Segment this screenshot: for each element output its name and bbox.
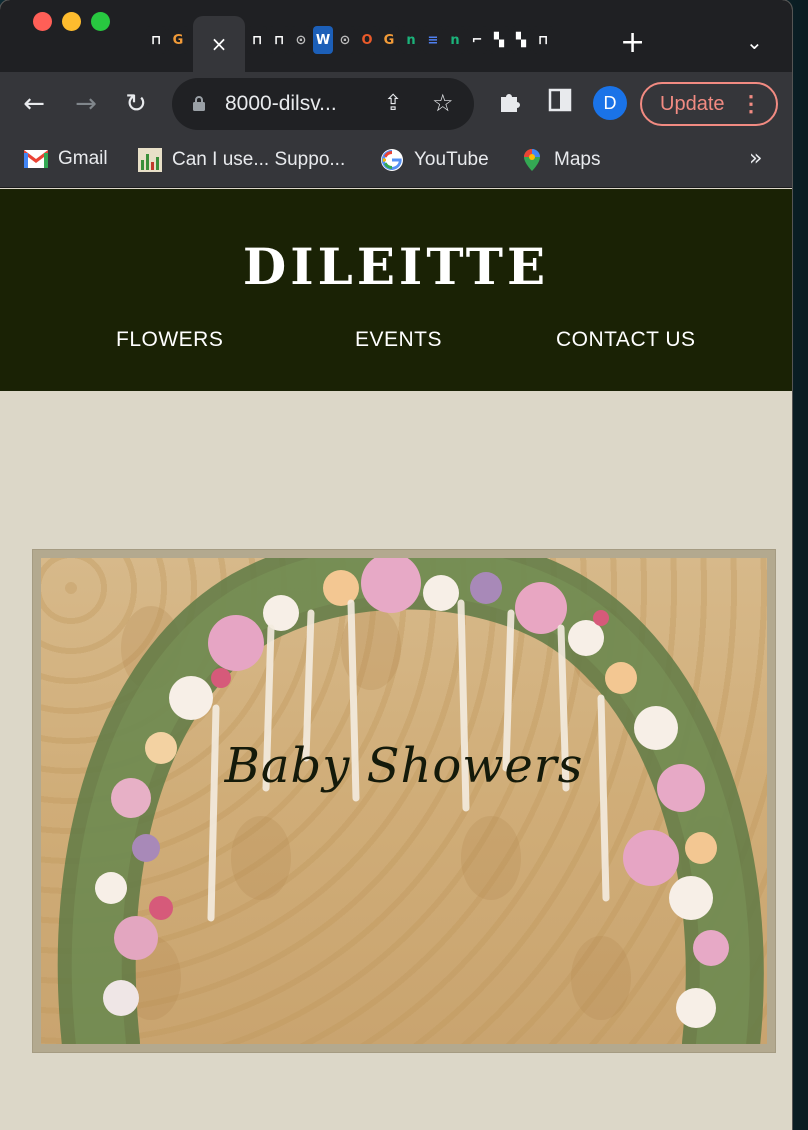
bookmark-caniuse[interactable]: Can I use... Suppo... xyxy=(138,148,345,172)
maps-icon xyxy=(524,149,540,171)
flower-arch-illustration xyxy=(57,558,764,1044)
bookmark-label: YouTube xyxy=(414,149,489,170)
tab-favicon[interactable]: ⊙ xyxy=(335,26,355,54)
tab-group-right: ⊓ ⊓ ⊙ W ⊙ O Gn ≡ n ⌐ ▚ ▚ ⊓ xyxy=(247,26,553,54)
close-window-button[interactable] xyxy=(33,11,52,31)
tab-favicon[interactable]: n xyxy=(445,26,465,54)
bookmark-star-icon[interactable]: ☆ xyxy=(432,89,454,117)
url-text[interactable]: 8000-dilsv... xyxy=(225,92,337,116)
extensions-puzzle-icon[interactable] xyxy=(497,88,523,114)
tab-favicon[interactable]: G xyxy=(168,26,188,54)
update-button[interactable]: Update ⋮ xyxy=(640,82,778,126)
lock-icon xyxy=(193,96,205,111)
browser-window: ⊓ G × ⊓ ⊓ ⊙ W ⊙ O Gn ≡ n ⌐ ▚ ▚ ⊓ + ⌄ ← → ↻ 8000-dilsv… xyxy=(0,0,792,1130)
forward-button[interactable]: → xyxy=(70,88,102,120)
bookmark-gmail[interactable]: Gmail xyxy=(24,148,108,170)
tab-group-left: ⊓ G xyxy=(146,26,188,54)
tab-favicon[interactable]: ▚ xyxy=(511,26,531,54)
bookmark-label: Gmail xyxy=(58,148,108,169)
tab-favicon[interactable]: ▚ xyxy=(489,26,509,54)
gmail-icon xyxy=(24,150,48,168)
maximize-window-button[interactable] xyxy=(91,11,110,31)
bookmark-maps[interactable]: Maps xyxy=(520,148,600,172)
tab-favicon[interactable]: ⊓ xyxy=(247,26,267,54)
tab-favicon[interactable]: ⊙ xyxy=(291,26,311,54)
nav-link-events[interactable]: EVENTS xyxy=(355,328,442,352)
active-tab[interactable]: × xyxy=(193,16,245,72)
tab-favicon[interactable]: ≡ xyxy=(423,26,443,54)
window-controls xyxy=(33,11,110,31)
kebab-menu-icon[interactable]: ⋮ xyxy=(740,90,762,118)
side-panel-icon[interactable] xyxy=(548,88,572,112)
tab-favicon[interactable]: ⌐ xyxy=(467,26,487,54)
browser-toolbar: ← → ↻ 8000-dilsv... ⇪ ☆ D Update ⋮ xyxy=(0,72,792,136)
tab-favicon[interactable]: ⊓ xyxy=(533,26,553,54)
new-tab-button[interactable]: + xyxy=(620,28,645,58)
nav-link-contact-us[interactable]: CONTACT US xyxy=(556,328,696,352)
bookmarks-bar: Gmail Can I use... Suppo... YouTube Maps… xyxy=(0,136,792,188)
nav-link-flowers[interactable]: FLOWERS xyxy=(116,328,223,352)
bookmark-label: Can I use... Suppo... xyxy=(172,149,346,170)
tab-favicon[interactable]: ⊓ xyxy=(146,26,166,54)
bookmarks-overflow-button[interactable]: » xyxy=(749,146,762,171)
tab-strip: ⊓ G × ⊓ ⊓ ⊙ W ⊙ O Gn ≡ n ⌐ ▚ ▚ ⊓ + ⌄ xyxy=(0,0,792,72)
site-header: DILEITTE FLOWERS EVENTS CONTACT US xyxy=(0,189,792,391)
update-label: Update xyxy=(660,92,725,115)
reload-button[interactable]: ↻ xyxy=(120,88,152,120)
tab-favicon[interactable]: n xyxy=(401,26,421,54)
site-logo[interactable]: DILEITTE xyxy=(0,237,792,296)
caniuse-icon xyxy=(138,148,162,172)
share-icon[interactable]: ⇪ xyxy=(384,91,402,116)
hero-frame: Baby Showers xyxy=(32,549,776,1053)
hero-title: Baby Showers xyxy=(224,738,584,794)
back-button[interactable]: ← xyxy=(18,88,50,120)
tab-favicon[interactable]: W xyxy=(313,26,333,54)
bookmark-label: Maps xyxy=(554,149,601,170)
close-tab-icon[interactable]: × xyxy=(211,32,228,56)
hero-image[interactable]: Baby Showers xyxy=(41,558,767,1044)
google-icon xyxy=(381,149,403,171)
tab-search-chevron-icon[interactable]: ⌄ xyxy=(746,30,763,54)
minimize-window-button[interactable] xyxy=(62,11,81,31)
tab-favicon[interactable]: ⊓ xyxy=(269,26,289,54)
profile-avatar[interactable]: D xyxy=(593,86,627,120)
tab-favicon[interactable]: G xyxy=(379,26,399,54)
address-bar[interactable]: 8000-dilsv... ⇪ ☆ xyxy=(172,78,474,130)
bookmark-youtube[interactable]: YouTube xyxy=(380,148,489,172)
tab-favicon[interactable]: O xyxy=(357,26,377,54)
